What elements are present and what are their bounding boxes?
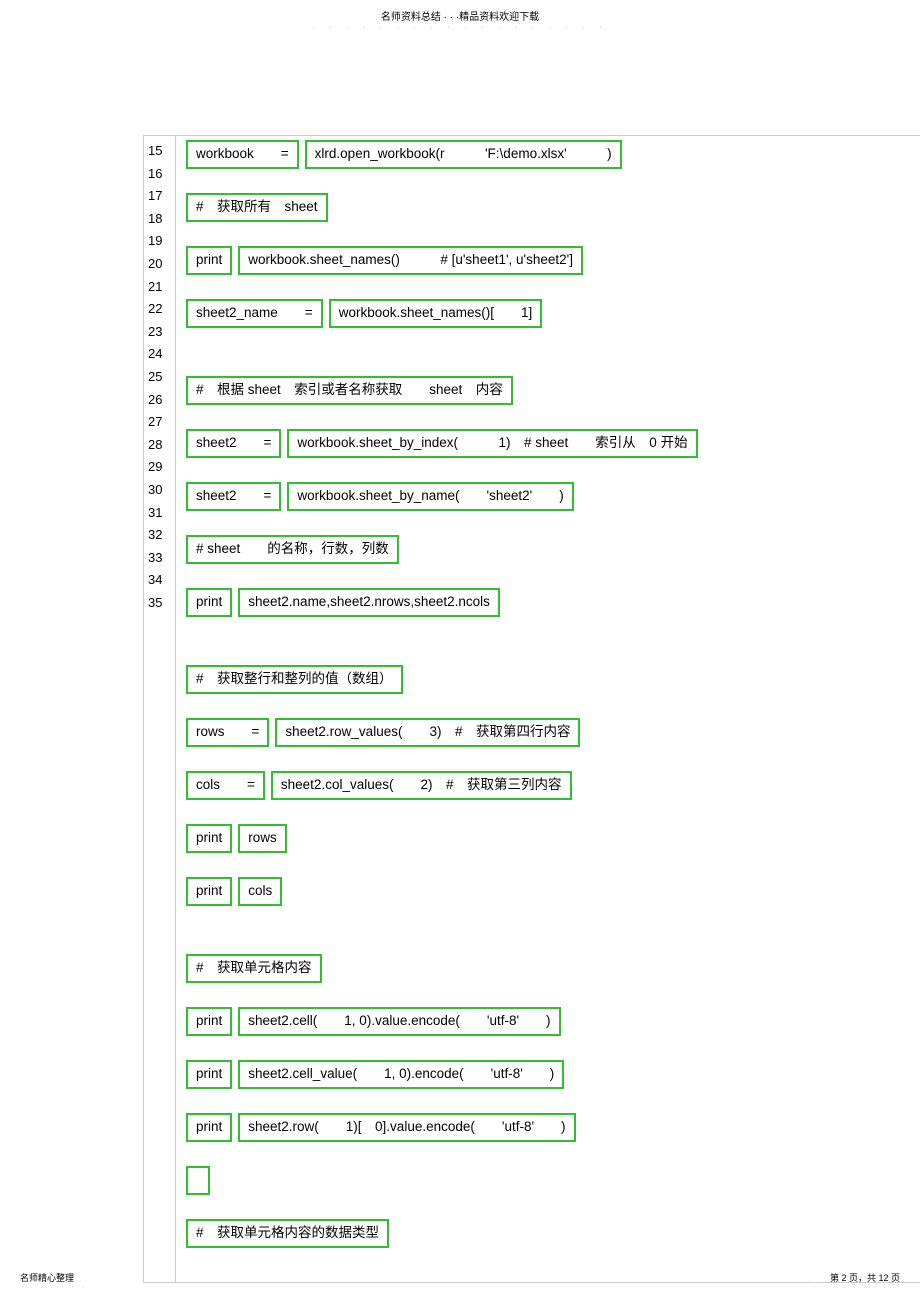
- line-number-gutter: 1516171819202122232425262728293031323334…: [144, 136, 176, 1282]
- code-token: rows =: [186, 718, 269, 747]
- line-number: 26: [144, 389, 175, 412]
- code-line: printsheet2.name,sheet2.nrows,sheet2.nco…: [186, 588, 920, 617]
- code-token: sheet2_name =: [186, 299, 323, 328]
- line-number: 19: [144, 230, 175, 253]
- line-number: 18: [144, 208, 175, 231]
- code-token: sheet2.name,sheet2.nrows,sheet2.ncols: [238, 588, 500, 617]
- code-token: sheet2 =: [186, 429, 281, 458]
- code-token: sheet2.col_values( 2) # 获取第三列内容: [271, 771, 572, 800]
- footer-left-text: 名师精心整理: [20, 1271, 87, 1284]
- code-token: # 获取所有 sheet: [186, 193, 328, 222]
- line-number: 30: [144, 479, 175, 502]
- code-line: cols =sheet2.col_values( 2) # 获取第三列内容: [186, 771, 920, 800]
- code-line: printsheet2.row( 1)[ 0].value.encode( 'u…: [186, 1113, 920, 1142]
- code-line: # sheet 的名称，行数，列数: [186, 535, 920, 564]
- code-token: print: [186, 1113, 232, 1142]
- code-token: sheet2.row_values( 3) # 获取第四行内容: [275, 718, 580, 747]
- code-line: # 根据 sheet 索引或者名称获取 sheet 内容: [186, 376, 920, 405]
- line-number: 27: [144, 411, 175, 434]
- footer-left: 名师精心整理 · · · · · · ·: [20, 1271, 87, 1291]
- code-line: sheet2_name =workbook.sheet_names()[ 1]: [186, 299, 920, 328]
- code-line: [186, 1166, 920, 1195]
- line-number: 20: [144, 253, 175, 276]
- code-token: print: [186, 1007, 232, 1036]
- line-number: 35: [144, 592, 175, 615]
- code-token: cols: [238, 877, 282, 906]
- code-token: print: [186, 588, 232, 617]
- code-line: # 获取单元格内容: [186, 954, 920, 983]
- line-number: 29: [144, 456, 175, 479]
- code-token: # sheet 的名称，行数，列数: [186, 535, 399, 564]
- line-number: 25: [144, 366, 175, 389]
- line-number: 23: [144, 321, 175, 344]
- code-container: 1516171819202122232425262728293031323334…: [143, 135, 920, 1283]
- code-token: sheet2.cell( 1, 0).value.encode( 'utf-8'…: [238, 1007, 560, 1036]
- code-line: printrows: [186, 824, 920, 853]
- code-line: printsheet2.cell( 1, 0).value.encode( 'u…: [186, 1007, 920, 1036]
- line-number: 34: [144, 569, 175, 592]
- code-token: workbook.sheet_by_index( 1) # sheet 索引从 …: [287, 429, 697, 458]
- code-token: [186, 1166, 210, 1195]
- code-token: print: [186, 824, 232, 853]
- code-line: # 获取整行和整列的值（数组）: [186, 665, 920, 694]
- code-line: rows =sheet2.row_values( 3) # 获取第四行内容: [186, 718, 920, 747]
- header-title: 名师资料总结 · · ·精品资料欢迎下载: [0, 8, 920, 23]
- page-header: 名师资料总结 · · ·精品资料欢迎下载 · · · · · · · · · ·…: [0, 0, 920, 32]
- line-number: 24: [144, 343, 175, 366]
- code-token: workbook.sheet_names() # [u'sheet1', u's…: [238, 246, 583, 275]
- code-token: rows: [238, 824, 287, 853]
- footer-right: 第 2 页，共 12 页 · · · · · · · · ·: [812, 1271, 900, 1291]
- footer-right-text: 第 2 页，共 12 页: [812, 1271, 900, 1284]
- line-number: 32: [144, 524, 175, 547]
- code-line: printworkbook.sheet_names() # [u'sheet1'…: [186, 246, 920, 275]
- code-area: workbook =xlrd.open_workbook(r 'F:\demo.…: [176, 136, 920, 1282]
- code-token: xlrd.open_workbook(r 'F:\demo.xlsx' ): [305, 140, 622, 169]
- code-token: sheet2.cell_value( 1, 0).encode( 'utf-8'…: [238, 1060, 564, 1089]
- line-number: 16: [144, 163, 175, 186]
- code-token: print: [186, 877, 232, 906]
- line-number: 28: [144, 434, 175, 457]
- code-token: print: [186, 246, 232, 275]
- line-number: 15: [144, 140, 175, 163]
- code-line: sheet2 =workbook.sheet_by_index( 1) # sh…: [186, 429, 920, 458]
- code-token: # 获取整行和整列的值（数组）: [186, 665, 403, 694]
- line-number: 21: [144, 276, 175, 299]
- code-line: # 获取单元格内容的数据类型: [186, 1219, 920, 1248]
- code-token: cols =: [186, 771, 265, 800]
- code-line: workbook =xlrd.open_workbook(r 'F:\demo.…: [186, 140, 920, 169]
- code-token: sheet2 =: [186, 482, 281, 511]
- code-line: sheet2 =workbook.sheet_by_name( 'sheet2'…: [186, 482, 920, 511]
- line-number: 31: [144, 502, 175, 525]
- code-token: workbook.sheet_by_name( 'sheet2' ): [287, 482, 573, 511]
- header-dots: · · · · · · · · · · · · · · · · · ·: [0, 23, 920, 32]
- line-number: 22: [144, 298, 175, 321]
- footer-left-dots: · · · · · · ·: [20, 1284, 87, 1291]
- footer-right-dots: · · · · · · · · ·: [812, 1284, 900, 1291]
- page-footer: 名师精心整理 · · · · · · · 第 2 页，共 12 页 · · · …: [0, 1271, 920, 1291]
- code-token: # 根据 sheet 索引或者名称获取 sheet 内容: [186, 376, 513, 405]
- code-line: # 获取所有 sheet: [186, 193, 920, 222]
- page: 名师资料总结 · · ·精品资料欢迎下载 · · · · · · · · · ·…: [0, 0, 920, 1303]
- line-number: 33: [144, 547, 175, 570]
- code-line: printsheet2.cell_value( 1, 0).encode( 'u…: [186, 1060, 920, 1089]
- line-number: 17: [144, 185, 175, 208]
- code-token: # 获取单元格内容: [186, 954, 322, 983]
- code-token: workbook.sheet_names()[ 1]: [329, 299, 543, 328]
- code-line: printcols: [186, 877, 920, 906]
- code-token: workbook =: [186, 140, 299, 169]
- code-token: sheet2.row( 1)[ 0].value.encode( 'utf-8'…: [238, 1113, 575, 1142]
- code-token: # 获取单元格内容的数据类型: [186, 1219, 389, 1248]
- code-token: print: [186, 1060, 232, 1089]
